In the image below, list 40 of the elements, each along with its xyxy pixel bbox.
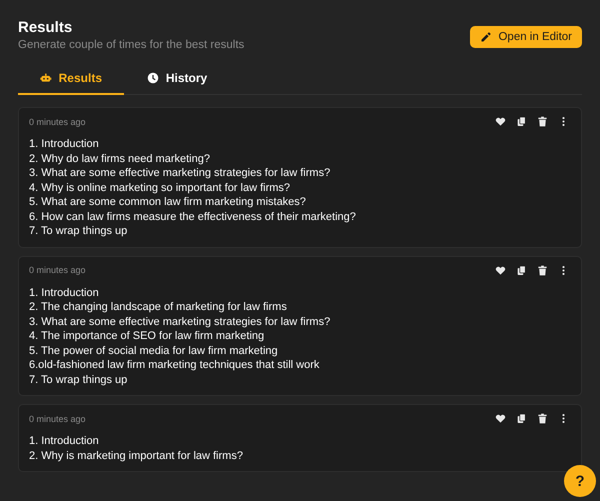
timestamp: 0 minutes ago [29,116,86,126]
timestamp: 0 minutes ago [29,265,86,275]
delete-icon [537,264,548,276]
outline-item: 1. Introduction [29,434,100,448]
like-button[interactable] [493,116,508,127]
copy-icon [516,116,527,127]
like-button[interactable] [493,413,508,424]
outline-item: 5. The power of social media for law firm marketing [29,344,279,358]
outline-item: 1. Introduction [29,286,100,300]
outline-item: 7. To wrap things up [29,224,128,238]
outline-item: 7. To wrap things up [29,372,128,387]
outline-item: 1. Introduction [29,137,100,152]
heart-icon [495,413,506,424]
outline-item: 2. Why do law firms need marketing? [29,152,211,166]
outline-item: 5. What are some common law firm marketing mistakes? [29,195,307,210]
delete-icon [537,116,548,127]
outline-item: 6. How can law firms measure the effectiveness of their marketing? [29,210,357,224]
outline-item: 6.old-fashioned law firm marketing techniques that still work [29,358,320,372]
outline-item: 4. Why is online marketing so important for law firms? [29,180,292,195]
outline-item: 2. Why is marketing important for law firms? [29,448,244,463]
tab[interactable]: History [124,65,230,95]
tab[interactable]: Results [18,65,124,95]
open-in-editor-button[interactable]: Open in Editor [470,26,582,48]
help-button[interactable]: ? [564,465,596,497]
robot-icon [40,72,52,84]
outline-item: 4. The importance of SEO for law firm marketing [29,329,266,344]
copy-icon [516,413,527,424]
timestamp: 0 minutes ago [29,414,86,424]
heart-icon [495,264,506,276]
page-title: Results [18,18,74,38]
copy-icon [516,264,527,276]
page-subtitle: Generate couple of times for the best results [18,39,244,51]
outline-item: 3. What are some effective marketing strategies for law firms? [29,166,332,180]
like-button[interactable] [493,264,508,276]
delete-icon [537,413,548,424]
heart-icon [495,116,506,127]
clock-icon [146,72,159,84]
outline-item: 2. The changing landscape of marketing for law firms [29,300,288,314]
pencil-icon [480,31,492,43]
outline-item: 3. What are some effective marketing strategies for law firms? [29,314,332,329]
